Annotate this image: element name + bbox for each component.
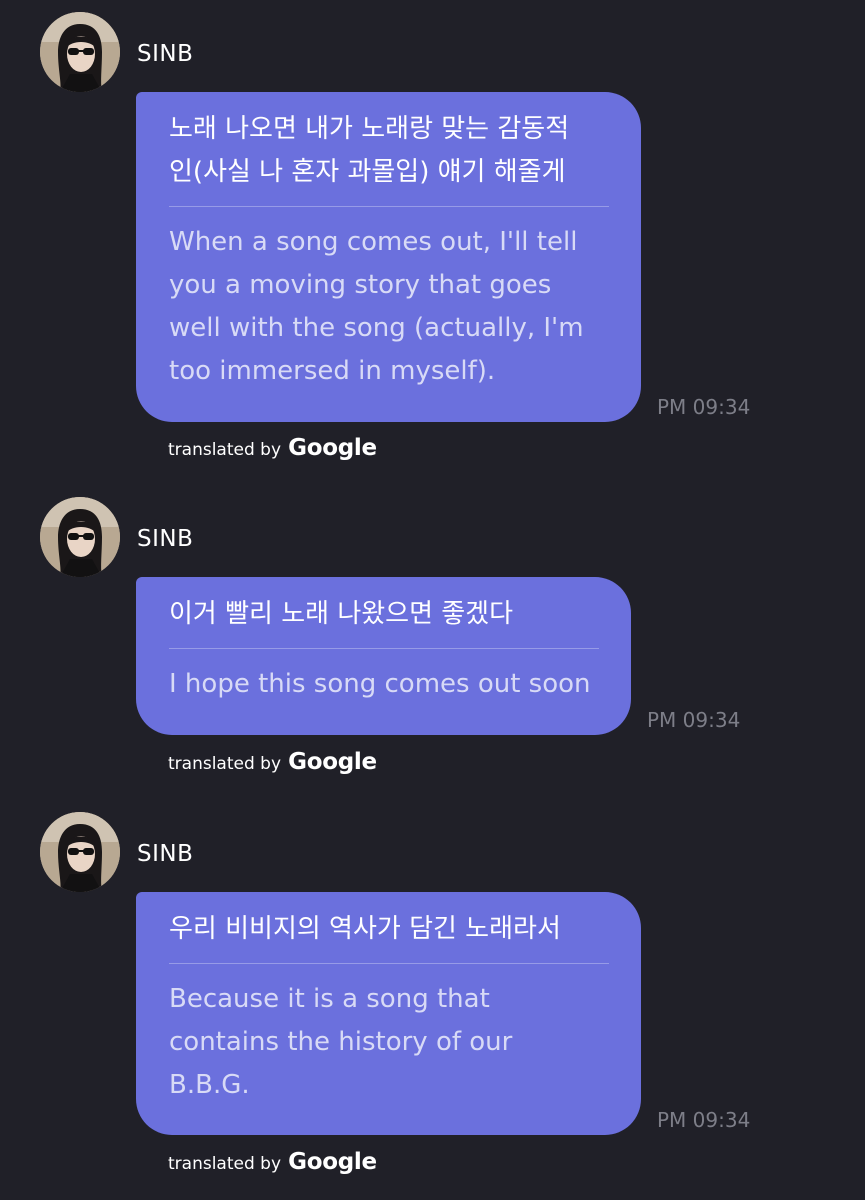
credit-label: translated by [168, 1154, 282, 1174]
translation-credit: translated by Google [168, 749, 377, 775]
timestamp: PM 09:34 [657, 1108, 751, 1132]
message-bubble[interactable]: 우리 비비지의 역사가 담긴 노래라서 Because it is a song… [136, 892, 641, 1135]
timestamp: PM 09:34 [657, 395, 751, 419]
avatar-photo [40, 812, 120, 892]
google-logo: Google [288, 435, 377, 461]
avatar[interactable] [40, 497, 120, 577]
avatar[interactable] [40, 12, 120, 92]
translated-text: I hope this song comes out soon [169, 669, 591, 699]
original-text: 노래 나오면 내가 노래랑 맞는 감동적 인(사실 나 혼자 과몰입) 얘기 해… [169, 114, 570, 187]
chat-message: SINB 이거 빨리 노래 나왔으면 좋겠다 I hope this song … [0, 497, 865, 787]
sender-name: SINB [137, 41, 194, 67]
avatar-photo [40, 497, 120, 577]
google-logo: Google [288, 1149, 377, 1175]
google-logo: Google [288, 749, 377, 775]
divider [169, 963, 609, 964]
sender-name: SINB [137, 526, 194, 552]
chat-message: SINB 노래 나오면 내가 노래랑 맞는 감동적 인(사실 나 혼자 과몰입)… [0, 12, 865, 472]
credit-label: translated by [168, 754, 282, 774]
timestamp: PM 09:34 [647, 708, 741, 732]
sender-name: SINB [137, 841, 194, 867]
translated-text: Because it is a song that contains the h… [169, 984, 513, 1100]
divider [169, 206, 609, 207]
original-text: 이거 빨리 노래 나왔으면 좋겠다 [169, 599, 514, 629]
credit-label: translated by [168, 440, 282, 460]
translated-text: When a song comes out, I'll tell you a m… [169, 227, 584, 386]
message-bubble[interactable]: 노래 나오면 내가 노래랑 맞는 감동적 인(사실 나 혼자 과몰입) 얘기 해… [136, 92, 641, 422]
translation-credit: translated by Google [168, 435, 377, 461]
divider [169, 648, 599, 649]
chat-message: SINB 우리 비비지의 역사가 담긴 노래라서 Because it is a… [0, 812, 865, 1197]
message-bubble[interactable]: 이거 빨리 노래 나왔으면 좋겠다 I hope this song comes… [136, 577, 631, 735]
translation-credit: translated by Google [168, 1149, 377, 1175]
avatar-photo [40, 12, 120, 92]
avatar[interactable] [40, 812, 120, 892]
original-text: 우리 비비지의 역사가 담긴 노래라서 [169, 914, 561, 944]
